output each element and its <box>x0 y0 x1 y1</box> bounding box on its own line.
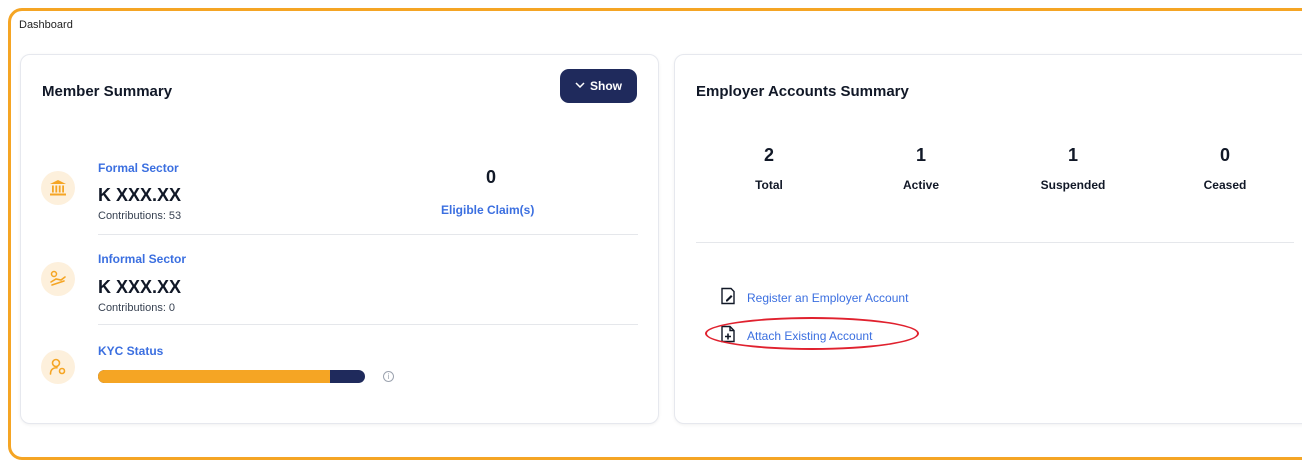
stat-value: 2 <box>763 145 774 165</box>
eligible-claims-link[interactable]: Eligible Claim(s) <box>441 203 534 217</box>
kyc-status-link[interactable]: KYC Status <box>98 344 163 358</box>
stat-suspended: 1 Suspended <box>1013 145 1133 192</box>
divider <box>98 324 638 325</box>
show-button-label: Show <box>590 79 622 93</box>
stat-label: Suspended <box>1040 178 1106 192</box>
breadcrumb[interactable]: Dashboard <box>19 19 73 31</box>
stat-value: 1 <box>1067 145 1078 165</box>
attach-existing-account-label: Attach Existing Account <box>747 328 873 343</box>
informal-sector-link[interactable]: Informal Sector <box>98 252 186 266</box>
bank-icon <box>41 171 75 205</box>
employer-summary-card: Employer Accounts Summary 2 Total 1 Acti… <box>674 54 1302 424</box>
info-icon[interactable]: i <box>383 371 394 382</box>
employer-summary-title: Employer Accounts Summary <box>696 83 909 100</box>
stat-value: 1 <box>915 145 926 165</box>
eligible-claims-count: 0 <box>485 167 496 187</box>
stat-label: Ceased <box>1203 178 1247 192</box>
register-employer-account-label: Register an Employer Account <box>747 290 909 305</box>
user-gear-icon <box>41 350 75 384</box>
divider <box>98 234 638 235</box>
member-summary-title: Member Summary <box>42 83 173 100</box>
kyc-progress-bar <box>98 370 365 383</box>
add-document-icon <box>719 325 737 346</box>
kyc-progress-fill <box>98 370 331 383</box>
hand-coin-icon <box>41 262 75 296</box>
stat-label: Total <box>755 178 783 192</box>
register-employer-account-link[interactable]: Register an Employer Account <box>719 287 908 308</box>
formal-contributions: Contributions: 53 <box>98 210 182 222</box>
show-button[interactable]: Show <box>560 69 637 103</box>
member-summary-card: Member Summary Show Formal Sector K XXX.… <box>20 54 659 424</box>
stat-ceased: 0 Ceased <box>1165 145 1285 192</box>
stat-value: 0 <box>1219 145 1230 165</box>
informal-sector-amount: K XXX.XX <box>98 277 182 297</box>
chevron-down-icon <box>575 80 585 91</box>
stat-active: 1 Active <box>861 145 981 192</box>
divider <box>696 242 1294 243</box>
attach-existing-account-link[interactable]: Attach Existing Account <box>719 325 872 346</box>
formal-sector-amount: K XXX.XX <box>98 185 182 205</box>
formal-sector-link[interactable]: Formal Sector <box>98 161 179 175</box>
stat-label: Active <box>902 178 940 192</box>
stat-total: 2 Total <box>709 145 829 192</box>
informal-contributions: Contributions: 0 <box>98 302 176 314</box>
edit-document-icon <box>719 287 737 308</box>
